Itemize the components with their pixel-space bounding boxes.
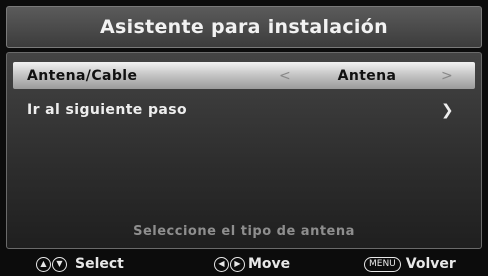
menu-button-icon: MENU (364, 256, 401, 272)
chevron-right-icon: ❯ (441, 100, 454, 119)
antenna-cable-label: Antena/Cable (27, 67, 138, 84)
back-hint: MENU Volver (364, 256, 456, 272)
right-arrow-icon: ▶ (230, 256, 245, 272)
chevron-left-icon[interactable]: < (279, 68, 291, 84)
chevron-right-icon[interactable]: > (441, 68, 453, 84)
page-title: Asistente para instalación (6, 6, 482, 48)
footer-bar: ▲ ▼ Select ◀ ▶ Move MENU Volver (0, 252, 488, 276)
left-arrow-icon: ◀ (214, 256, 229, 272)
next-step-label: Ir al siguiente paso (27, 101, 187, 118)
move-hint: ◀ ▶ Move (214, 256, 290, 272)
antenna-cable-row[interactable]: Antena/Cable < Antena > (13, 62, 475, 89)
select-hint: ▲ ▼ Select (36, 256, 124, 272)
next-step-row[interactable]: Ir al siguiente paso ❯ (13, 96, 475, 123)
up-arrow-icon: ▲ (36, 256, 51, 272)
down-arrow-icon: ▼ (52, 256, 67, 272)
page-title-text: Asistente para instalación (100, 16, 388, 38)
back-label: Volver (405, 256, 456, 272)
settings-panel: Antena/Cable < Antena > Ir al siguiente … (6, 52, 482, 249)
hint-text: Seleccione el tipo de antena (133, 224, 355, 239)
select-label: Select (75, 256, 124, 272)
move-label: Move (248, 256, 291, 272)
antenna-type-value: Antena (337, 67, 397, 84)
